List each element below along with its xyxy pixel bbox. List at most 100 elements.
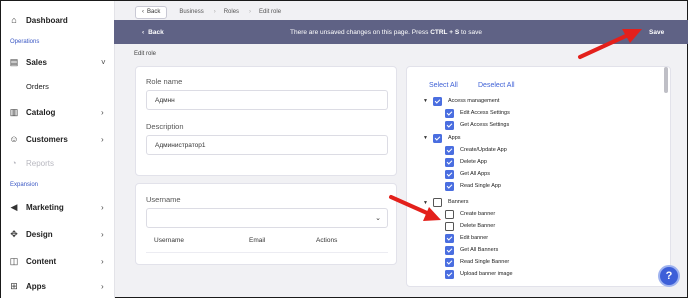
permission-row[interactable]: Create/Update App (445, 144, 507, 156)
checkbox-checked[interactable] (433, 133, 442, 143)
chevron-down-icon: ˅ (101, 57, 106, 67)
checkbox-checked[interactable] (433, 96, 442, 106)
permission-label: Get All Banners (460, 247, 499, 253)
column-header-actions: Actions (316, 237, 338, 244)
page-title: Edit role (134, 51, 157, 57)
red-arrow-icon (578, 29, 642, 59)
permission-label: Create banner (460, 211, 496, 217)
permission-row[interactable]: Get All Banners (445, 244, 498, 256)
description-label: Description (146, 122, 184, 131)
checkbox-checked[interactable] (445, 233, 454, 243)
checkbox-checked[interactable] (445, 145, 454, 155)
sidebar-item-label: Dashboard (26, 15, 68, 25)
back-label: Back (148, 28, 164, 36)
chevron-right-icon: › (101, 256, 104, 266)
permission-row[interactable]: Get All Apps (445, 168, 490, 180)
permission-label: Delete Banner (460, 223, 496, 229)
sidebar-item-sales[interactable]: ▤ Sales ˅ (1, 51, 115, 73)
sidebar-item-design[interactable]: ✥ Design › (1, 223, 115, 245)
permission-group-row[interactable]: Access management (433, 95, 499, 107)
permission-label: Delete App (460, 159, 487, 165)
home-icon: ⌂ (11, 15, 17, 25)
chevron-left-icon: ‹ (142, 9, 144, 15)
chevron-left-icon: ‹ (142, 28, 145, 36)
permission-row[interactable]: Edit Access Settings (445, 107, 510, 119)
permission-row[interactable]: Create banner (445, 208, 495, 220)
permission-row[interactable]: Read Single App (445, 180, 501, 192)
message-text: to save (459, 28, 482, 36)
section-label-operations: Operations (10, 39, 40, 45)
username-select[interactable]: ⌄ (146, 208, 388, 228)
chevron-down-icon: ⌄ (375, 215, 381, 222)
sidebar-item-content[interactable]: ◫ Content › (1, 250, 115, 272)
permission-label: Access management (448, 98, 500, 104)
users-icon: ☺ (9, 134, 19, 144)
sidebar-item-label: Sales (26, 57, 47, 67)
deselect-all-link[interactable]: Deselect All (478, 82, 515, 89)
section-label-expansion: Expansion (10, 182, 39, 188)
checkbox-checked[interactable] (445, 169, 454, 179)
breadcrumb-roles[interactable]: Roles (224, 9, 239, 15)
column-header-username: Username (154, 237, 184, 244)
checkbox-unchecked[interactable] (445, 221, 454, 231)
divider (146, 252, 388, 253)
caret-down-icon[interactable]: ▼ (423, 135, 428, 141)
permission-row[interactable]: Get Access Settings (445, 119, 509, 131)
checkbox-checked[interactable] (445, 120, 454, 130)
sidebar-item-catalog[interactable]: ▥ Catalog › (1, 101, 115, 123)
layers-icon: ◫ (9, 255, 19, 266)
unsaved-message: There are unsaved changes on this page. … (290, 29, 482, 36)
users-card: Username ⌄ Username Email Actions (135, 183, 397, 265)
sidebar-item-customers[interactable]: ☺ Customers › (1, 128, 115, 150)
permission-row[interactable]: Read Single Banner (445, 256, 509, 268)
permission-label: Edit Access Settings (460, 110, 510, 116)
permission-row[interactable]: Delete App (445, 156, 487, 168)
permission-label: Edit banner (460, 235, 489, 241)
checkbox-checked[interactable] (445, 257, 454, 267)
permission-label: Get Access Settings (460, 122, 510, 128)
permission-group-row[interactable]: Apps (433, 132, 461, 144)
save-button[interactable]: Save (649, 29, 664, 36)
breadcrumb-business[interactable]: Business (179, 9, 203, 15)
checkbox-unchecked[interactable] (445, 209, 454, 219)
scrollbar[interactable] (664, 67, 668, 93)
move-icon: ✥ (10, 228, 18, 239)
sidebar-item-dashboard[interactable]: ⌂ Dashboard (1, 9, 115, 31)
help-button[interactable]: ? (658, 265, 680, 287)
checkbox-checked[interactable] (445, 157, 454, 167)
banner-back-button[interactable]: ‹ Back (142, 29, 164, 36)
sidebar-item-orders[interactable]: Orders (1, 75, 115, 97)
sidebar-item-marketing[interactable]: ◀ Marketing › (1, 196, 115, 218)
chevron-right-icon: › (101, 281, 104, 291)
role-details-card: Role name Адмнн Description Администрато… (135, 66, 397, 176)
role-name-input[interactable]: Адмнн (146, 90, 388, 110)
grid-icon: ⊞ (10, 280, 18, 291)
sidebar-item-reports: ◔ Reports (1, 152, 115, 174)
column-header-email: Email (249, 237, 266, 244)
checkbox-checked[interactable] (445, 269, 454, 279)
caret-down-icon[interactable]: ▼ (423, 98, 428, 104)
sidebar: ⌂ Dashboard Operations ▤ Sales ˅ Orders … (1, 1, 115, 298)
permission-row[interactable]: Edit banner (445, 232, 488, 244)
sidebar-item-label: Design (26, 229, 53, 239)
message-text: There are unsaved changes on this page. … (290, 28, 431, 36)
permission-label: Apps (448, 135, 461, 141)
chevron-right-icon: › (101, 107, 104, 117)
checkbox-checked[interactable] (445, 181, 454, 191)
chevron-right-icon: › (101, 229, 104, 239)
permission-label: Read Single App (460, 183, 501, 189)
sidebar-item-label: Catalog (26, 107, 56, 117)
permission-row[interactable]: Delete Banner (445, 220, 495, 232)
sidebar-item-apps[interactable]: ⊞ Apps › (1, 275, 115, 297)
shortcut-text: CTRL + S (430, 28, 460, 36)
select-all-link[interactable]: Select All (429, 82, 458, 89)
checkbox-checked[interactable] (445, 108, 454, 118)
permission-label: Banners (448, 199, 469, 205)
sidebar-item-label: Content (26, 256, 57, 266)
breadcrumb-separator: › (213, 9, 216, 15)
breadcrumb-back-button[interactable]: ‹ Back (135, 5, 168, 19)
chevron-right-icon: › (101, 202, 104, 212)
description-input[interactable]: Администратор1 (146, 135, 388, 155)
permission-row[interactable]: Upload banner image (445, 268, 513, 280)
checkbox-checked[interactable] (445, 245, 454, 255)
